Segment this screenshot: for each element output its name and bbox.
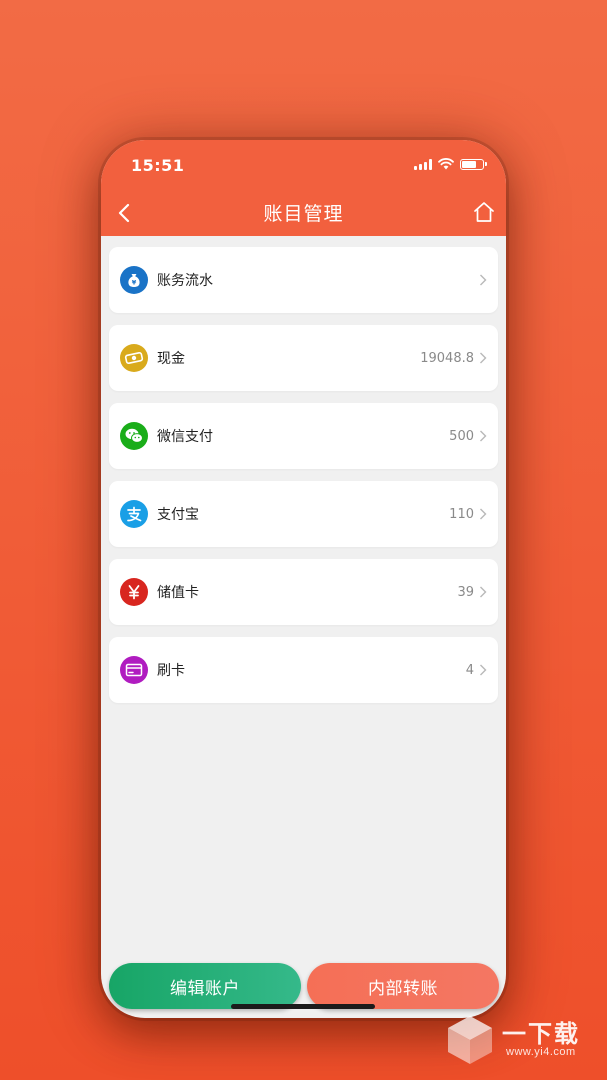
alipay-icon (120, 500, 148, 528)
account-item-ledger[interactable]: ¥ 账务流水 (109, 247, 498, 313)
status-bar: 15:51 (101, 140, 506, 190)
home-indicator (231, 1004, 375, 1009)
account-label: 支付宝 (157, 507, 199, 523)
status-time: 15:51 (131, 156, 185, 175)
watermark: 一下载 www.yi4.com (446, 1010, 596, 1070)
account-item-card-swipe[interactable]: 刷卡 4 (109, 637, 498, 703)
account-label: 现金 (157, 351, 185, 367)
page-title: 账目管理 (263, 203, 344, 225)
account-value: 39 (457, 584, 474, 600)
signal-icon (414, 158, 432, 170)
money-bag-icon: ¥ (120, 266, 148, 294)
cash-icon (120, 344, 148, 372)
chevron-right-icon (480, 508, 487, 520)
card-icon (120, 656, 148, 684)
account-item-cash[interactable]: 现金 19048.8 (109, 325, 498, 391)
wechat-icon (120, 422, 148, 450)
wifi-icon (438, 158, 454, 170)
internal-transfer-button[interactable]: 内部转账 (307, 963, 499, 1009)
edit-account-button[interactable]: 编辑账户 (109, 963, 301, 1009)
home-icon[interactable] (472, 200, 496, 224)
account-item-wechat[interactable]: 微信支付 500 (109, 403, 498, 469)
phone-frame: 15:51 账目管理 ¥ 账务流水 现金 19048.8 微信支付 500 支付… (101, 140, 506, 1018)
account-value: 19048.8 (420, 350, 474, 366)
chevron-right-icon (480, 586, 487, 598)
account-value: 4 (465, 662, 474, 678)
account-label: 储值卡 (157, 585, 199, 601)
yuan-icon (120, 578, 148, 606)
account-item-alipay[interactable]: 支付宝 110 (109, 481, 498, 547)
battery-icon (460, 158, 487, 170)
account-label: 微信支付 (157, 429, 213, 445)
nav-bar: 账目管理 (101, 190, 506, 236)
cube-logo-icon (448, 1016, 492, 1064)
chevron-right-icon (480, 664, 487, 676)
account-value: 110 (449, 506, 474, 522)
svg-text:¥: ¥ (132, 279, 137, 287)
chevron-right-icon (480, 352, 487, 364)
account-label: 账务流水 (157, 273, 213, 289)
account-item-stored-card[interactable]: 储值卡 39 (109, 559, 498, 625)
watermark-text: 一下载 (502, 1020, 580, 1048)
status-icons (414, 158, 487, 170)
chevron-right-icon (480, 274, 487, 286)
account-value: 500 (449, 428, 474, 444)
account-label: 刷卡 (157, 663, 185, 679)
watermark-url: www.yi4.com (506, 1046, 576, 1058)
account-list: ¥ 账务流水 现金 19048.8 微信支付 500 支付宝 110 储值卡 3… (109, 247, 498, 715)
chevron-right-icon (480, 430, 487, 442)
